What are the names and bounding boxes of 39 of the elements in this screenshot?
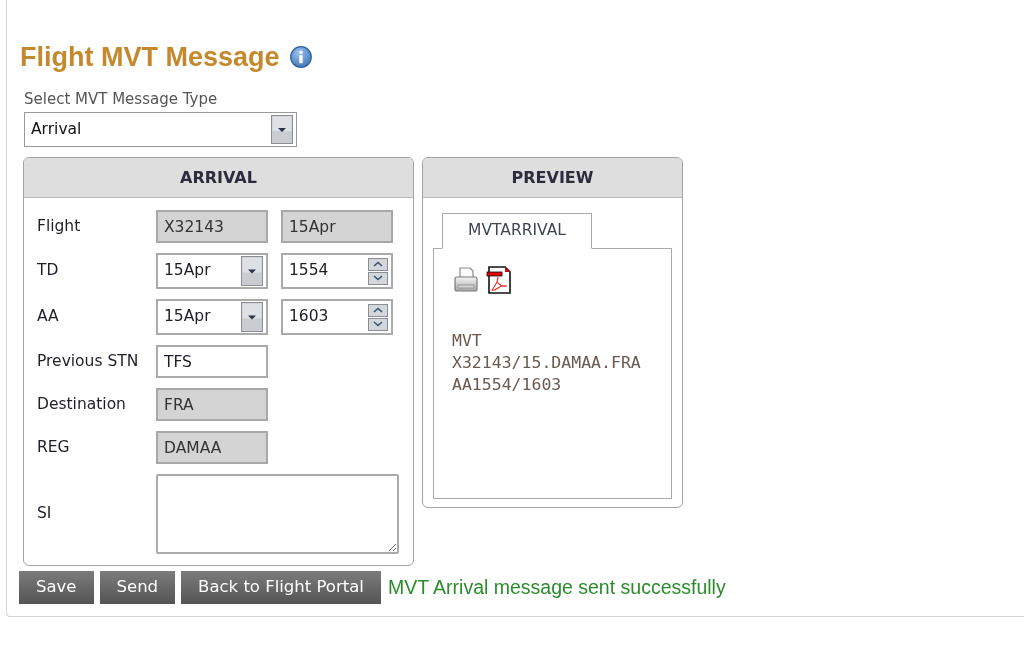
message-line: MVT xyxy=(452,330,482,352)
time-spinner[interactable]: 1554 xyxy=(281,253,393,289)
pdf-icon[interactable] xyxy=(486,266,512,294)
caret-icon[interactable] xyxy=(241,256,263,286)
back-button[interactable]: Back to Flight Portal xyxy=(181,571,381,604)
send-button[interactable]: Send xyxy=(99,571,176,604)
field-label: Flight xyxy=(37,215,82,237)
date-dropdown[interactable]: 15Apr xyxy=(156,299,268,335)
caret-icon[interactable] xyxy=(271,115,293,144)
field-label: SI xyxy=(37,503,53,525)
page-title: Flight MVT Message xyxy=(20,41,280,73)
time-spinner[interactable]: 1603 xyxy=(281,299,393,335)
chevron-down-icon[interactable] xyxy=(368,271,388,285)
preview-tab[interactable]: MVTARRIVAL xyxy=(442,213,592,249)
readonly-field: X32143 xyxy=(156,210,268,243)
readonly-field: 15Apr xyxy=(281,210,393,243)
field-label: Select MVT Message Type xyxy=(24,90,218,108)
chevron-up-icon[interactable] xyxy=(368,303,388,317)
info-icon[interactable] xyxy=(289,46,312,68)
caret-icon[interactable] xyxy=(241,302,263,332)
chevron-up-icon[interactable] xyxy=(368,257,388,271)
field-label: Previous STN xyxy=(37,350,140,372)
panel-heading: ARRIVAL xyxy=(24,158,413,198)
date-dropdown[interactable]: 15Apr xyxy=(156,253,268,289)
success-message: MVT Arrival message sent successfully xyxy=(387,574,726,600)
message-type-select[interactable]: Arrival xyxy=(24,112,297,147)
text-field[interactable]: TFS xyxy=(156,345,268,378)
save-button[interactable]: Save xyxy=(19,571,94,604)
readonly-field: DAMAA xyxy=(156,431,268,464)
message-line: X32143/15.DAMAA.FRA xyxy=(452,352,641,374)
readonly-field: FRA xyxy=(156,388,268,421)
chevron-down-icon[interactable] xyxy=(368,317,388,331)
panel-heading: PREVIEW xyxy=(423,158,682,198)
field-label: AA xyxy=(37,306,60,328)
field-label: Destination xyxy=(37,393,127,415)
field-label: REG xyxy=(37,436,71,458)
message-line: AA1554/1603 xyxy=(452,374,562,396)
printer-icon[interactable] xyxy=(452,266,480,294)
field-label: TD xyxy=(37,260,60,282)
